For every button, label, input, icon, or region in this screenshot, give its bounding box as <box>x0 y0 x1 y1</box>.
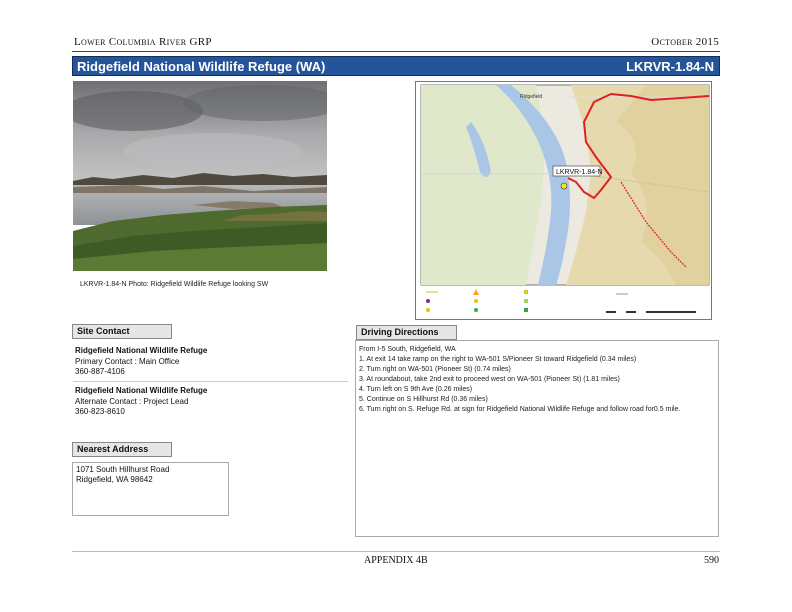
site-name-title: Ridgefield National Wildlife Refuge (WA) <box>77 59 326 74</box>
contact-divider <box>73 381 348 382</box>
site-contact-label: Site Contact <box>72 324 172 339</box>
site-code: LKRVR-1.84-N <box>626 59 714 74</box>
driving-directions-label: Driving Directions <box>356 325 457 340</box>
footer-divider <box>72 551 720 552</box>
address-box: 1071 South Hillhurst Road Ridgefield, WA… <box>72 462 229 516</box>
directions-box: From I-5 South, Ridgefield, WA 1. At exi… <box>355 340 719 537</box>
primary-contact-name: Ridgefield National Wildlife Refuge <box>75 346 208 355</box>
legend-icon <box>474 308 478 312</box>
alternate-contact-role: Alternate Contact : Project Lead <box>75 396 189 406</box>
address-line-1: 1071 South Hillhurst Road <box>76 465 170 474</box>
site-marker-icon <box>560 182 568 190</box>
alternate-contact-phone: 360-823-8610 <box>75 407 125 416</box>
legend-icon <box>524 299 528 303</box>
header-divider <box>72 51 720 52</box>
direction-step: 2. Turn right on WA-501 (Pioneer St) (0.… <box>359 366 511 373</box>
footer-appendix: APPENDIX 4B <box>364 555 428 566</box>
header-date: October 2015 <box>651 36 719 48</box>
legend-icon <box>426 299 430 303</box>
legend-icon <box>426 308 430 312</box>
page-number: 590 <box>704 555 719 566</box>
legend-icon <box>523 289 529 295</box>
header-org: Lower Columbia River GRP <box>74 36 212 48</box>
direction-step: 6. Turn right on S. Refuge Rd. at sign f… <box>359 406 681 413</box>
direction-step: 3. At roundabout, take 2nd exit to proce… <box>359 376 620 383</box>
legend-icon <box>474 299 478 303</box>
nearest-address-label: Nearest Address <box>72 442 172 457</box>
alternate-contact-name: Ridgefield National Wildlife Refuge <box>75 386 208 395</box>
primary-contact-phone: 360-887-4106 <box>75 367 125 376</box>
primary-contact: Ridgefield National Wildlife Refuge Prim… <box>75 346 335 378</box>
photo-caption: LKRVR-1.84-N Photo: Ridgefield Wildlife … <box>80 281 269 288</box>
directions-intro: From I-5 South, Ridgefield, WA <box>359 346 456 353</box>
alternate-contact: Ridgefield National Wildlife Refuge Alte… <box>75 386 335 418</box>
primary-contact-role: Primary Contact : Main Office <box>75 356 180 366</box>
direction-step: 4. Turn left on S 9th Ave (0.26 miles) <box>359 386 473 393</box>
address-line-2: Ridgefield, WA 98642 <box>76 475 153 484</box>
site-map: Ridgefield LKRVR-1.84-N <box>415 81 712 320</box>
map-town-label: Ridgefield <box>520 94 542 100</box>
direction-step: 5. Continue on S Hillhurst Rd (0.36 mile… <box>359 396 488 403</box>
direction-step: 1. At exit 14 take ramp on the right to … <box>359 356 637 363</box>
title-bar: Ridgefield National Wildlife Refuge (WA)… <box>72 56 720 76</box>
legend-icon <box>524 308 528 312</box>
map-site-label: LKRVR-1.84-N <box>556 169 603 176</box>
site-photo <box>73 81 327 271</box>
